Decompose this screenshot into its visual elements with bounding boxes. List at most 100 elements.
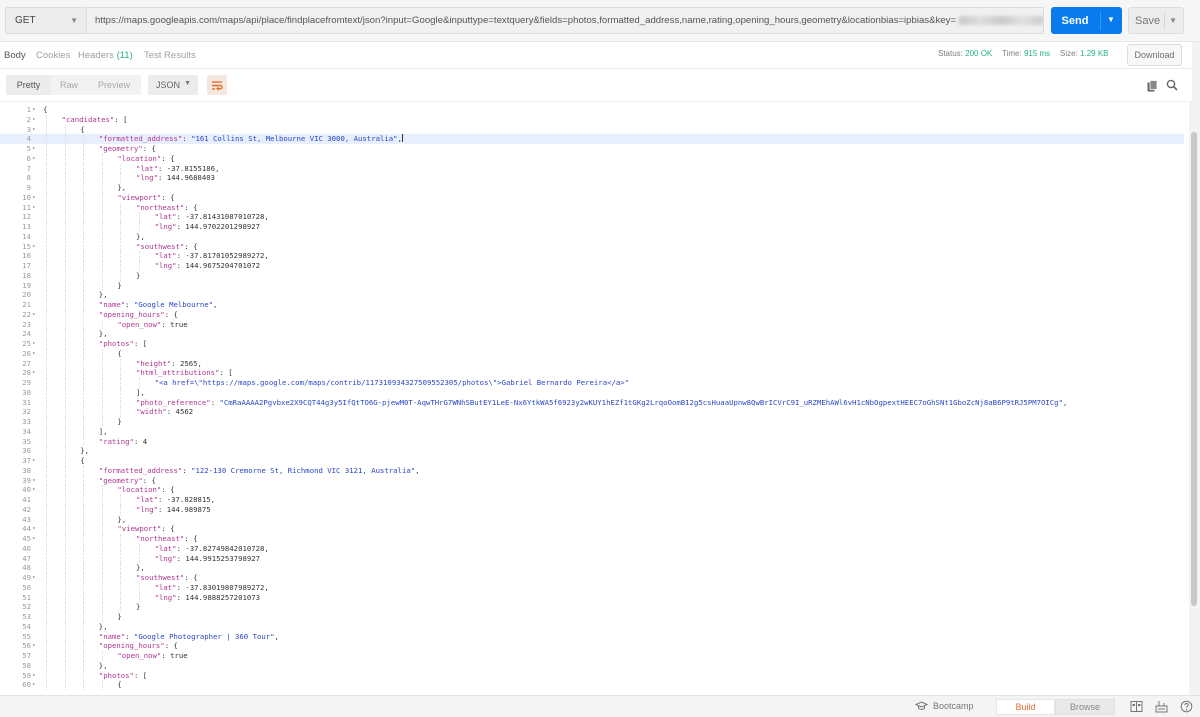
line-number: 8 [26, 173, 31, 183]
fold-toggle-icon[interactable]: ▾ [32, 203, 36, 213]
view-raw-button[interactable]: Raw [51, 75, 87, 95]
json-key: "southwest" [136, 573, 185, 582]
indent-guide [83, 670, 85, 681]
json-punctuation: } [136, 602, 141, 612]
two-pane-view-icon[interactable] [1130, 700, 1143, 713]
indent-guide [46, 563, 47, 573]
fold-toggle-icon[interactable]: ▾ [32, 671, 36, 681]
indent-guide [83, 621, 85, 632]
line-number: 23 [22, 319, 31, 329]
fold-toggle-icon[interactable]: ▾ [32, 105, 36, 115]
fold-toggle-icon[interactable]: ▾ [32, 125, 36, 135]
fold-toggle-icon[interactable]: ▾ [32, 573, 36, 583]
send-options-chevron-icon[interactable]: ▼ [1107, 15, 1115, 24]
indent-guide [64, 436, 66, 447]
save-options-chevron-icon[interactable]: ▼ [1169, 16, 1177, 25]
tab-body[interactable]: Body [4, 50, 26, 61]
json-punctuation: : 144.9915253798927 [176, 553, 261, 563]
fold-toggle-icon[interactable]: ▾ [32, 310, 36, 320]
code-text: "southwest": { [136, 573, 198, 583]
json-key: "html_attributions" [136, 368, 220, 378]
indent-guide [64, 261, 66, 271]
response-body-editor[interactable]: 1 ▾{2 ▾ "candidates": [3 ▾{4 "formatted_addre… [0, 101, 1188, 695]
indent-guide [83, 192, 85, 203]
line-number: 49 [22, 573, 31, 582]
view-preview-button[interactable]: Preview [87, 75, 141, 95]
fold-toggle-icon[interactable]: ▾ [32, 524, 36, 534]
view-pretty-button[interactable]: Pretty [6, 75, 51, 95]
line-number: 11 [22, 202, 31, 212]
indent-guide [46, 144, 47, 154]
indent-guide [83, 261, 85, 271]
save-button[interactable]: Save ▼ [1128, 7, 1184, 34]
indent-guide [101, 358, 103, 369]
tab-headers[interactable]: Headers (11) [78, 50, 133, 61]
code-text: "lat": -37.82749842010728, [155, 544, 269, 554]
build-mode-button[interactable]: Build [996, 699, 1055, 715]
fold-toggle-icon[interactable]: ▾ [32, 349, 36, 359]
code-text: "lng": 144.989875 [136, 505, 211, 515]
fold-toggle-icon[interactable]: ▾ [32, 144, 36, 154]
code-text: }, [99, 661, 108, 671]
indent-guide [64, 641, 66, 651]
editor-scrollbar-thumb[interactable] [1191, 132, 1197, 606]
line-number: 6 [26, 153, 31, 163]
code-text: "name": "Google Photographer | 360 Tour"… [99, 632, 279, 642]
json-punctuation: : { [161, 153, 175, 163]
indent-guide [101, 251, 103, 261]
json-punctuation: : 144.9888257201073 [176, 592, 261, 602]
json-punctuation: : true [161, 651, 188, 660]
code-line: 20}, [0, 290, 1184, 300]
method-select[interactable]: GET ▼ [5, 7, 87, 34]
json-punctuation: , [274, 631, 279, 641]
code-line: 31 "photo_reference": "CmRaAAAA2Pgvbxe2X9… [0, 397, 1184, 408]
indent-guide [64, 602, 66, 612]
fold-toggle-icon[interactable]: ▾ [32, 680, 36, 690]
tab-test-results[interactable]: Test Results [144, 50, 196, 61]
indent-guide [120, 368, 122, 378]
fold-toggle-icon[interactable]: ▾ [32, 485, 36, 495]
fold-toggle-icon[interactable]: ▾ [32, 115, 36, 125]
fold-toggle-icon[interactable]: ▾ [32, 242, 36, 252]
json-punctuation: : 2565, [171, 358, 202, 368]
copy-icon[interactable] [1147, 80, 1158, 92]
format-select[interactable]: JSON ▼ [148, 75, 198, 95]
fold-toggle-icon[interactable]: ▾ [32, 154, 36, 164]
status-bar: Bootcamp Build Browse [0, 695, 1200, 717]
fold-toggle-icon[interactable]: ▾ [32, 339, 36, 349]
url-input[interactable]: https://maps.googleapis.com/maps/api/pla… [87, 7, 1044, 34]
fold-toggle-icon[interactable]: ▾ [32, 368, 36, 378]
code-line: 8 "lng": 144.9688403 [0, 173, 1184, 183]
tab-cookies[interactable]: Cookies [36, 50, 70, 61]
code-text: "lat": -37.81701052989272, [155, 251, 269, 261]
code-line: 24}, [0, 329, 1184, 339]
indent-guide [83, 173, 85, 183]
json-punctuation: }, [98, 290, 108, 300]
indent-guide [64, 631, 66, 642]
indent-guide [64, 670, 66, 681]
indent-guide [139, 261, 140, 271]
bootcamp-link[interactable]: Bootcamp [915, 701, 974, 711]
json-punctuation: : { [184, 241, 198, 251]
browse-mode-button[interactable]: Browse [1055, 699, 1115, 715]
fold-toggle-icon[interactable]: ▾ [32, 534, 36, 544]
indent-guide [120, 504, 122, 515]
indent-guide [120, 397, 122, 408]
wrap-lines-icon[interactable] [207, 75, 227, 95]
indent-guide [46, 446, 47, 456]
indent-guide [64, 534, 66, 544]
help-icon[interactable] [1180, 700, 1193, 713]
send-button[interactable]: Send ▼ [1051, 7, 1122, 34]
keyboard-shortcuts-icon[interactable] [1155, 700, 1168, 713]
tab-body-label: Body [4, 50, 26, 61]
indent-guide [64, 144, 66, 154]
fold-toggle-icon[interactable]: ▾ [32, 641, 36, 651]
indent-guide [46, 660, 47, 671]
download-button[interactable]: Download [1127, 44, 1182, 66]
fold-toggle-icon[interactable]: ▾ [32, 456, 36, 466]
indent-guide [120, 592, 122, 603]
fold-toggle-icon[interactable]: ▾ [32, 193, 36, 203]
search-icon[interactable] [1166, 79, 1178, 91]
fold-toggle-icon[interactable]: ▾ [32, 476, 36, 486]
browse-label: Browse [1069, 702, 1100, 712]
